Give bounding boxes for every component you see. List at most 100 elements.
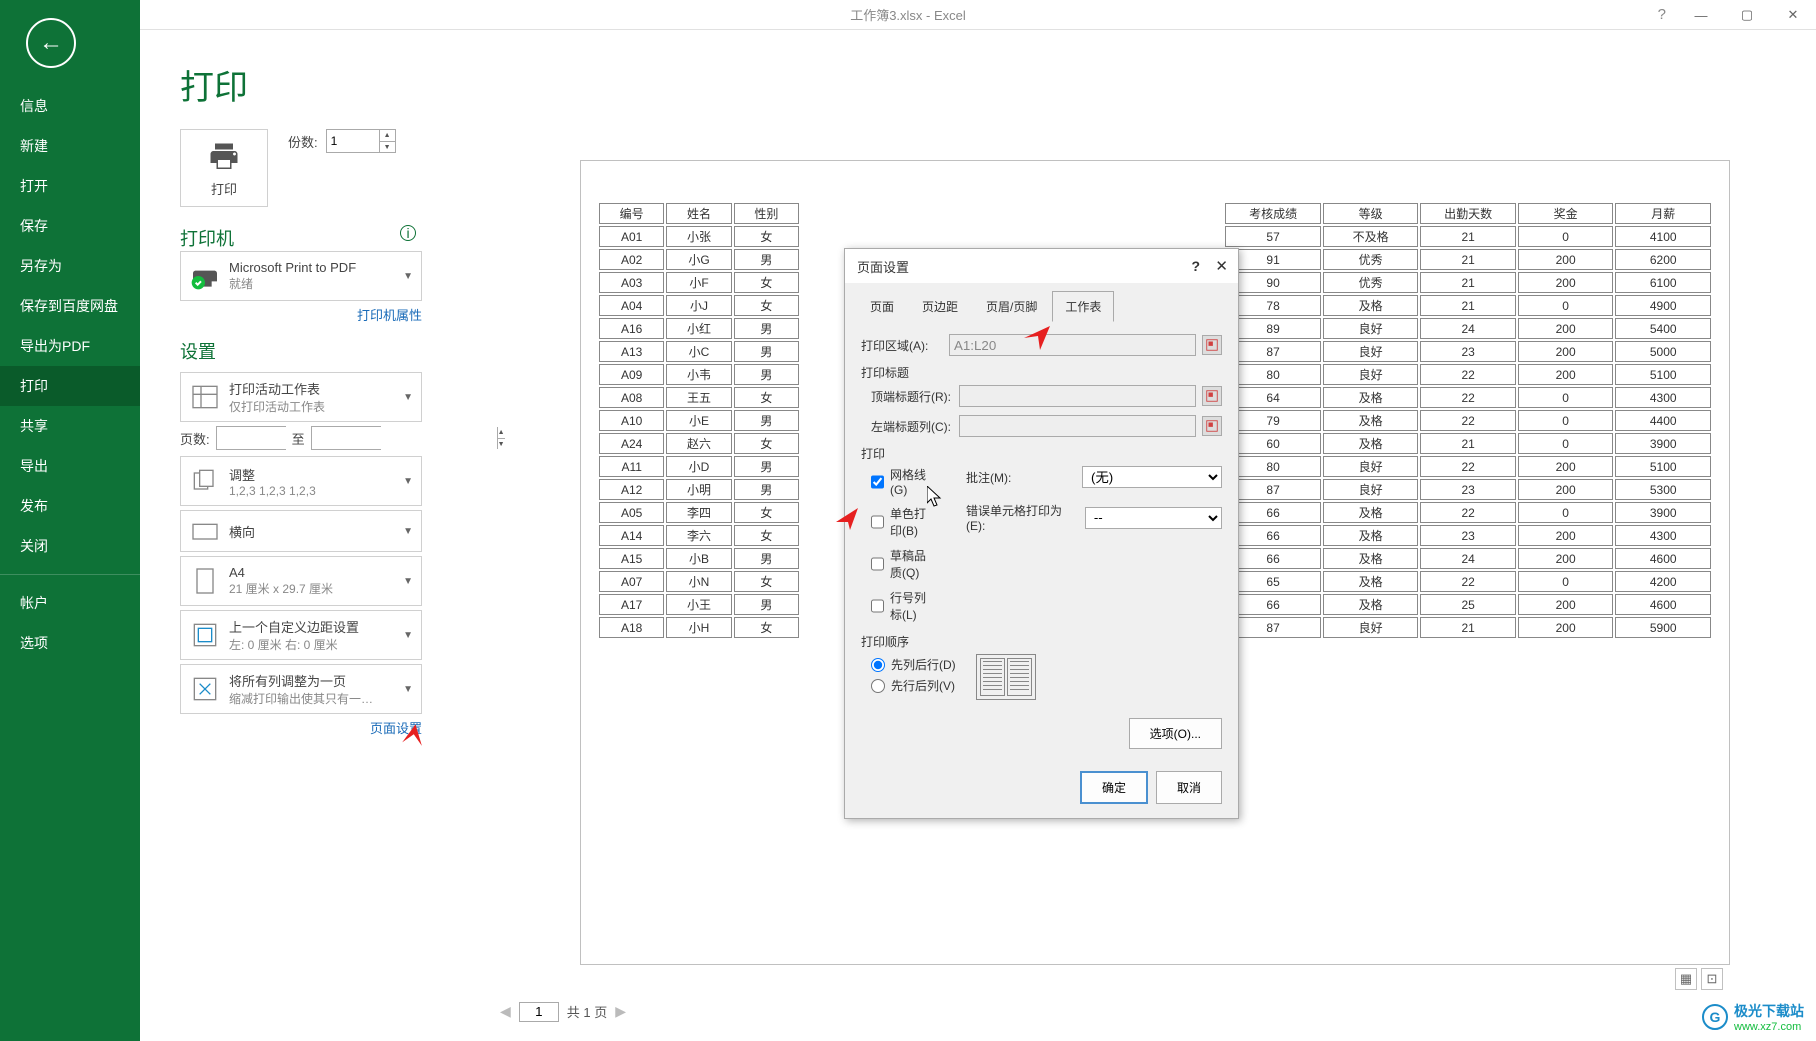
headings-checkbox[interactable] bbox=[871, 599, 884, 613]
zoom-to-page-button[interactable]: ⊡ bbox=[1701, 968, 1723, 990]
nav-item-保存到百度网盘[interactable]: 保存到百度网盘 bbox=[0, 286, 140, 326]
chevron-down-icon: ▼ bbox=[403, 476, 413, 487]
printer-dropdown[interactable]: Microsoft Print to PDF 就绪 ▼ bbox=[180, 251, 422, 301]
range-picker-icon[interactable] bbox=[1202, 335, 1222, 355]
collate-dropdown[interactable]: 调整1,2,3 1,2,3 1,2,3 ▼ bbox=[180, 456, 422, 506]
chevron-down-icon: ▼ bbox=[403, 526, 413, 537]
dialog-tab[interactable]: 页眉/页脚 bbox=[973, 291, 1050, 322]
draft-checkbox[interactable] bbox=[871, 557, 884, 571]
back-arrow-icon: ← bbox=[39, 29, 63, 57]
page-title: 打印 bbox=[180, 60, 1776, 109]
bw-checkbox[interactable] bbox=[871, 515, 884, 529]
print-button-label: 打印 bbox=[211, 179, 237, 198]
close-button[interactable]: ✕ bbox=[1770, 0, 1816, 30]
print-group-label: 打印 bbox=[861, 445, 1222, 462]
spin-up[interactable]: ▲ bbox=[380, 130, 395, 142]
chevron-down-icon: ▼ bbox=[403, 392, 413, 403]
scaling-dropdown[interactable]: 将所有列调整为一页缩减打印输出使其只有一… ▼ bbox=[180, 664, 422, 714]
range-picker-icon[interactable] bbox=[1202, 416, 1222, 436]
print-area-label: 打印区域(A): bbox=[861, 337, 943, 354]
nav-separator bbox=[0, 574, 140, 575]
chevron-down-icon: ▼ bbox=[403, 630, 413, 641]
dialog-tab[interactable]: 页边距 bbox=[909, 291, 971, 322]
next-page-button[interactable]: ▶ bbox=[615, 1003, 626, 1020]
order-over-radio[interactable] bbox=[871, 679, 885, 693]
top-row-input[interactable] bbox=[959, 385, 1196, 407]
watermark-logo-icon: G bbox=[1702, 1004, 1728, 1030]
page-icon bbox=[189, 565, 221, 597]
order-down-radio[interactable] bbox=[871, 658, 885, 672]
page-total-label: 共 1 页 bbox=[567, 1002, 607, 1021]
nav-item-新建[interactable]: 新建 bbox=[0, 126, 140, 166]
app-title: 工作簿3.xlsx - Excel bbox=[850, 5, 966, 24]
nav-item-另存为[interactable]: 另存为 bbox=[0, 246, 140, 286]
fit-icon bbox=[189, 673, 221, 705]
titlebar: 工作簿3.xlsx - Excel ? — ▢ ✕ bbox=[0, 0, 1816, 30]
print-button[interactable]: 打印 bbox=[180, 129, 268, 207]
minimize-button[interactable]: — bbox=[1678, 0, 1724, 30]
orientation-dropdown[interactable]: 横向 ▼ bbox=[180, 510, 422, 552]
nav-item-打开[interactable]: 打开 bbox=[0, 166, 140, 206]
nav-item-发布[interactable]: 发布 bbox=[0, 486, 140, 526]
order-label: 打印顺序 bbox=[861, 633, 1222, 650]
nav-item-打印[interactable]: 打印 bbox=[0, 366, 140, 406]
comments-select[interactable]: (无) bbox=[1082, 466, 1222, 488]
chevron-down-icon: ▼ bbox=[403, 271, 413, 282]
gridlines-checkbox[interactable] bbox=[871, 475, 884, 489]
dialog-close-button[interactable]: ✕ bbox=[1215, 257, 1228, 275]
nav-item-导出[interactable]: 导出 bbox=[0, 446, 140, 486]
pages-to-input[interactable]: ▲▼ bbox=[311, 426, 381, 450]
errors-select[interactable]: -- bbox=[1085, 507, 1222, 529]
pages-from-input[interactable]: ▲▼ bbox=[216, 426, 286, 450]
nav-item-导出为PDF[interactable]: 导出为PDF bbox=[0, 326, 140, 366]
copies-label: 份数: bbox=[288, 132, 318, 151]
backstage-sidebar: ← 信息新建打开保存另存为保存到百度网盘导出为PDF打印共享导出发布关闭 帐户选… bbox=[0, 0, 140, 1041]
chevron-down-icon: ▼ bbox=[403, 684, 413, 695]
spin-down[interactable]: ▼ bbox=[380, 142, 395, 153]
window-controls: — ▢ ✕ bbox=[1678, 0, 1816, 30]
nav-item-共享[interactable]: 共享 bbox=[0, 406, 140, 446]
printer-properties-link[interactable]: 打印机属性 bbox=[180, 305, 422, 324]
nav-item-关闭[interactable]: 关闭 bbox=[0, 526, 140, 566]
print-what-dropdown[interactable]: 打印活动工作表仅打印活动工作表 ▼ bbox=[180, 372, 422, 422]
nav-item-帐户[interactable]: 帐户 bbox=[0, 583, 140, 623]
nav-item-保存[interactable]: 保存 bbox=[0, 206, 140, 246]
maximize-button[interactable]: ▢ bbox=[1724, 0, 1770, 30]
order-preview-icon bbox=[976, 654, 1036, 700]
printer-name: Microsoft Print to PDF bbox=[229, 260, 413, 275]
dialog-tab[interactable]: 页面 bbox=[857, 291, 907, 322]
options-button[interactable]: 选项(O)... bbox=[1129, 718, 1222, 749]
page-setup-dialog: 页面设置 ? ✕ 页面页边距页眉/页脚工作表 打印区域(A): 打印标题 顶端标… bbox=[844, 248, 1239, 819]
nav-item-选项[interactable]: 选项 bbox=[0, 623, 140, 663]
left-col-input[interactable] bbox=[959, 415, 1196, 437]
titles-label: 打印标题 bbox=[861, 364, 1222, 381]
margins-dropdown[interactable]: 上一个自定义边距设置左: 0 厘米 右: 0 厘米 ▼ bbox=[180, 610, 422, 660]
page-navigator: ◀ 共 1 页 ▶ bbox=[500, 1000, 626, 1023]
prev-page-button[interactable]: ◀ bbox=[500, 1003, 511, 1020]
help-icon[interactable]: ? bbox=[1658, 6, 1666, 23]
dialog-help-button[interactable]: ? bbox=[1191, 258, 1200, 274]
printer-icon bbox=[206, 139, 242, 175]
range-picker-icon[interactable] bbox=[1202, 386, 1222, 406]
page-number-input[interactable] bbox=[519, 1002, 559, 1022]
copies-input[interactable] bbox=[327, 130, 379, 152]
ok-button[interactable]: 确定 bbox=[1080, 771, 1148, 804]
cancel-button[interactable]: 取消 bbox=[1156, 771, 1222, 804]
back-button[interactable]: ← bbox=[26, 18, 76, 68]
nav-item-信息[interactable]: 信息 bbox=[0, 86, 140, 126]
dialog-title: 页面设置 bbox=[857, 257, 909, 276]
chevron-down-icon: ▼ bbox=[403, 576, 413, 587]
show-margins-button[interactable]: ▦ bbox=[1675, 968, 1697, 990]
printer-section-title: 打印机 bbox=[180, 229, 234, 249]
paper-dropdown[interactable]: A421 厘米 x 29.7 厘米 ▼ bbox=[180, 556, 422, 606]
copies-spinner[interactable]: ▲▼ bbox=[326, 129, 396, 153]
print-area-input[interactable] bbox=[949, 334, 1196, 356]
pages-label: 页数: bbox=[180, 429, 210, 448]
landscape-icon bbox=[189, 515, 221, 547]
watermark: G 极光下载站 www.xz7.com bbox=[1702, 1001, 1804, 1033]
margins-icon bbox=[189, 619, 221, 651]
dialog-tab[interactable]: 工作表 bbox=[1052, 291, 1114, 322]
info-icon[interactable]: i bbox=[400, 225, 416, 241]
page-setup-link[interactable]: 页面设置 bbox=[180, 718, 422, 737]
sheets-icon bbox=[189, 381, 221, 413]
